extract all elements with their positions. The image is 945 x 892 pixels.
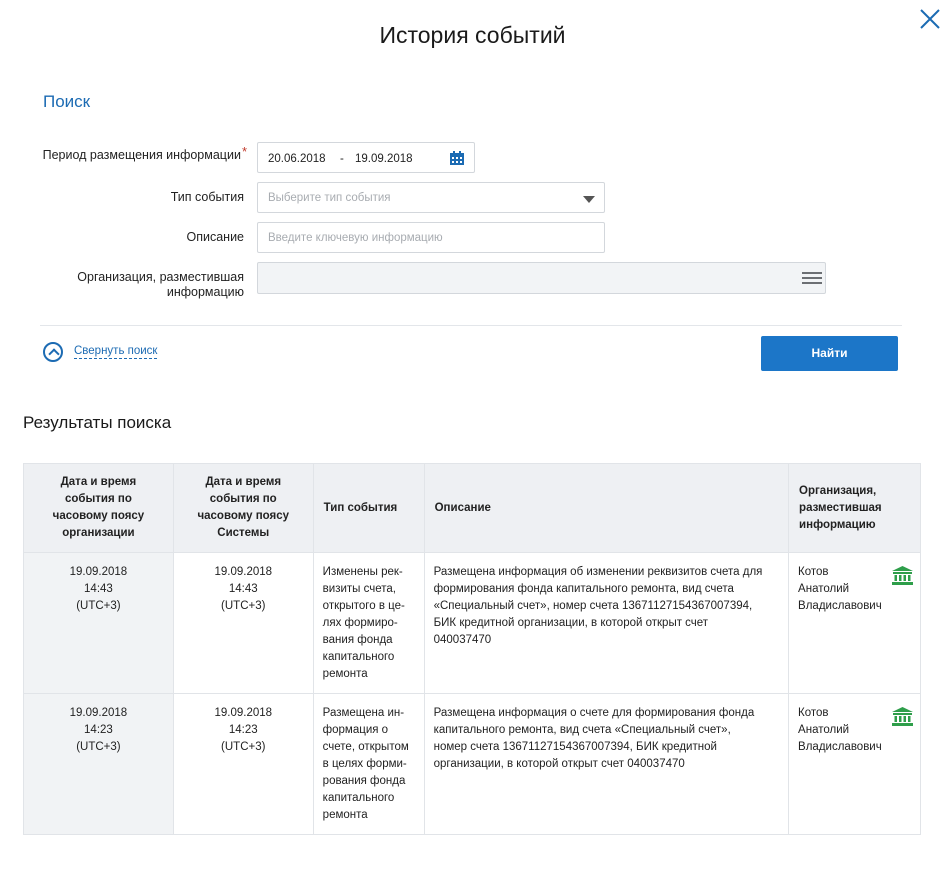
col-header-description: Описание [423,463,790,553]
required-mark: * [241,144,247,159]
date-from[interactable]: 20.06.2018 [268,153,326,165]
calendar-icon[interactable] [449,150,465,166]
col-header-org-date: Дата и время события по часовому поясу орга… [23,463,174,553]
date-range-field[interactable]: 20.06.2018 - 19.09.2018 [257,142,475,173]
results-heading: Результаты поиска [23,413,172,432]
org-label: Организация, разместившая информацию [77,270,244,299]
description-cell: Размещена информация об изменении реквиз… [423,552,790,694]
table-row: 19.09.2018 14:43 (UTC+3) 19.09.2018 14:43 (U… [23,552,921,694]
col-header-org: Организация, разместившая информацию [788,463,921,553]
collapse-search-label[interactable]: Свернуть поиск [74,345,158,359]
sys-date-cell: 19.09.2018 14:23 (UTC+3) [172,693,314,835]
collapse-search-link[interactable]: Свернуть поиск [43,342,158,362]
sys-date-cell: 19.09.2018 14:43 (UTC+3) [172,552,314,694]
chevron-down-icon[interactable] [583,196,595,203]
find-button[interactable]: Найти [761,336,898,371]
org-selector-field[interactable] [257,262,826,294]
search-heading: Поиск [43,92,91,111]
date-separator: - [340,153,344,165]
description-cell: Размещена информация о счете для формиро… [423,693,790,835]
description-label: Описание [186,230,244,244]
col-header-type: Тип события [312,463,425,553]
date-to[interactable]: 19.09.2018 [355,153,413,165]
col-header-sys-date: Дата и время события по часовому поясу Сист… [172,463,314,553]
org-date-cell: 19.09.2018 14:23 (UTC+3) [23,693,174,835]
table-row: 19.09.2018 14:23 (UTC+3) 19.09.2018 14:23 (U… [23,693,921,835]
results-table: Дата и время события по часовому поясу орга… [23,463,921,835]
org-date-cell: 19.09.2018 14:43 (UTC+3) [23,552,174,694]
org-cell: Котов Анатолий Владиславович [788,552,921,694]
modal-title: История событий [379,22,566,48]
chevron-up-icon[interactable] [43,342,63,362]
description-placeholder: Введите ключевую информацию [268,232,443,244]
event-type-placeholder: Выберите тип события [268,192,391,204]
event-type-label: Тип события [170,190,244,204]
divider [40,325,902,326]
bank-icon[interactable] [892,707,913,726]
menu-icon[interactable] [802,269,822,287]
org-cell: Котов Анатолий Владиславович [788,693,921,835]
period-label: Период размещения информации* [42,144,247,162]
type-cell: Размещена ин-формация о счете, открытом в … [312,693,425,835]
type-cell: Изменены рек-визиты счета, открытого в це… [312,552,425,694]
event-type-select[interactable]: Выберите тип события [257,182,605,213]
bank-icon[interactable] [892,566,913,585]
table-header-row: Дата и время события по часовому поясу орга… [23,463,921,553]
description-input[interactable]: Введите ключевую информацию [257,222,605,253]
